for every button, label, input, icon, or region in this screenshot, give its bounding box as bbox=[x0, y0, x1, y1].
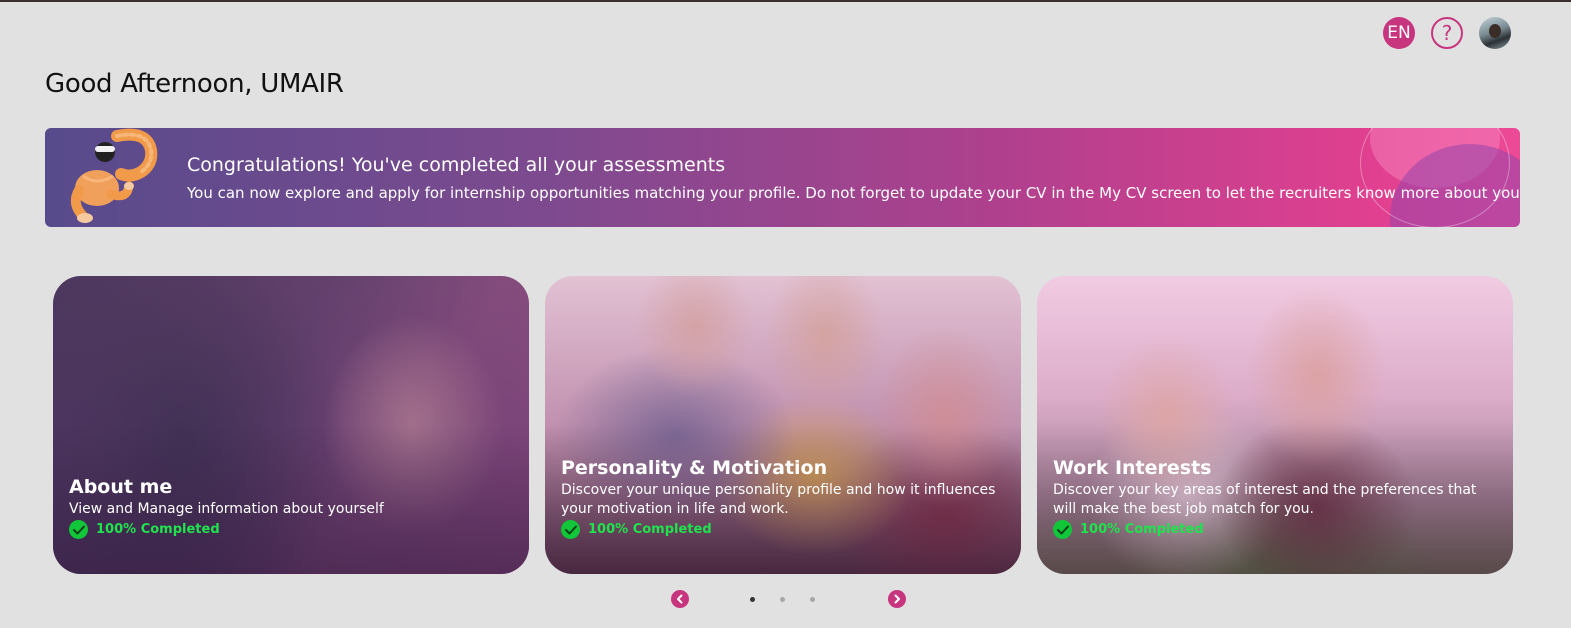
page-greeting: Good Afternoon, UMAIR bbox=[45, 69, 344, 99]
status-label: 100% Completed bbox=[96, 522, 220, 537]
banner-message: You can now explore and apply for intern… bbox=[187, 184, 1520, 202]
chevron-right-icon bbox=[894, 594, 900, 604]
language-switcher[interactable]: EN bbox=[1383, 17, 1415, 49]
status-label: 100% Completed bbox=[588, 522, 712, 537]
user-avatar[interactable] bbox=[1479, 17, 1511, 49]
check-circle-icon bbox=[69, 520, 88, 539]
card-description: View and Manage information about yourse… bbox=[69, 501, 384, 517]
assessment-carousel: About me View and Manage information abo… bbox=[53, 276, 1513, 574]
card-description: Discover your key areas of interest and … bbox=[1053, 482, 1477, 517]
carousel-dot-2[interactable] bbox=[780, 597, 785, 602]
card-personality-motivation[interactable]: Personality & Motivation Discover your u… bbox=[545, 276, 1021, 574]
card-status: 100% Completed bbox=[561, 520, 712, 539]
card-work-interests[interactable]: Work Interests Discover your key areas o… bbox=[1037, 276, 1513, 574]
card-status: 100% Completed bbox=[69, 520, 220, 539]
status-label: 100% Completed bbox=[1080, 522, 1204, 537]
header-actions: EN ? bbox=[1383, 17, 1511, 49]
celebration-mascot-illustration bbox=[70, 128, 158, 223]
card-title: About me bbox=[69, 476, 173, 498]
check-circle-icon bbox=[561, 520, 580, 539]
question-icon: ? bbox=[1441, 21, 1453, 45]
carousel-next-button[interactable] bbox=[888, 590, 906, 608]
top-border bbox=[0, 0, 1571, 2]
assessment-complete-banner: Congratulations! You've completed all yo… bbox=[45, 128, 1520, 227]
chevron-left-icon bbox=[677, 594, 683, 604]
card-title: Work Interests bbox=[1053, 457, 1212, 479]
check-circle-icon bbox=[1053, 520, 1072, 539]
card-about-me[interactable]: About me View and Manage information abo… bbox=[53, 276, 529, 574]
carousel-dot-3[interactable] bbox=[810, 597, 815, 602]
card-title: Personality & Motivation bbox=[561, 457, 828, 479]
carousel-prev-button[interactable] bbox=[671, 590, 689, 608]
banner-title: Congratulations! You've completed all yo… bbox=[187, 154, 726, 176]
carousel-dot-1[interactable] bbox=[750, 597, 755, 602]
carousel-pagination bbox=[0, 590, 1571, 610]
help-button[interactable]: ? bbox=[1431, 17, 1463, 49]
card-description: Discover your unique personality profile… bbox=[561, 482, 996, 517]
card-status: 100% Completed bbox=[1053, 520, 1204, 539]
